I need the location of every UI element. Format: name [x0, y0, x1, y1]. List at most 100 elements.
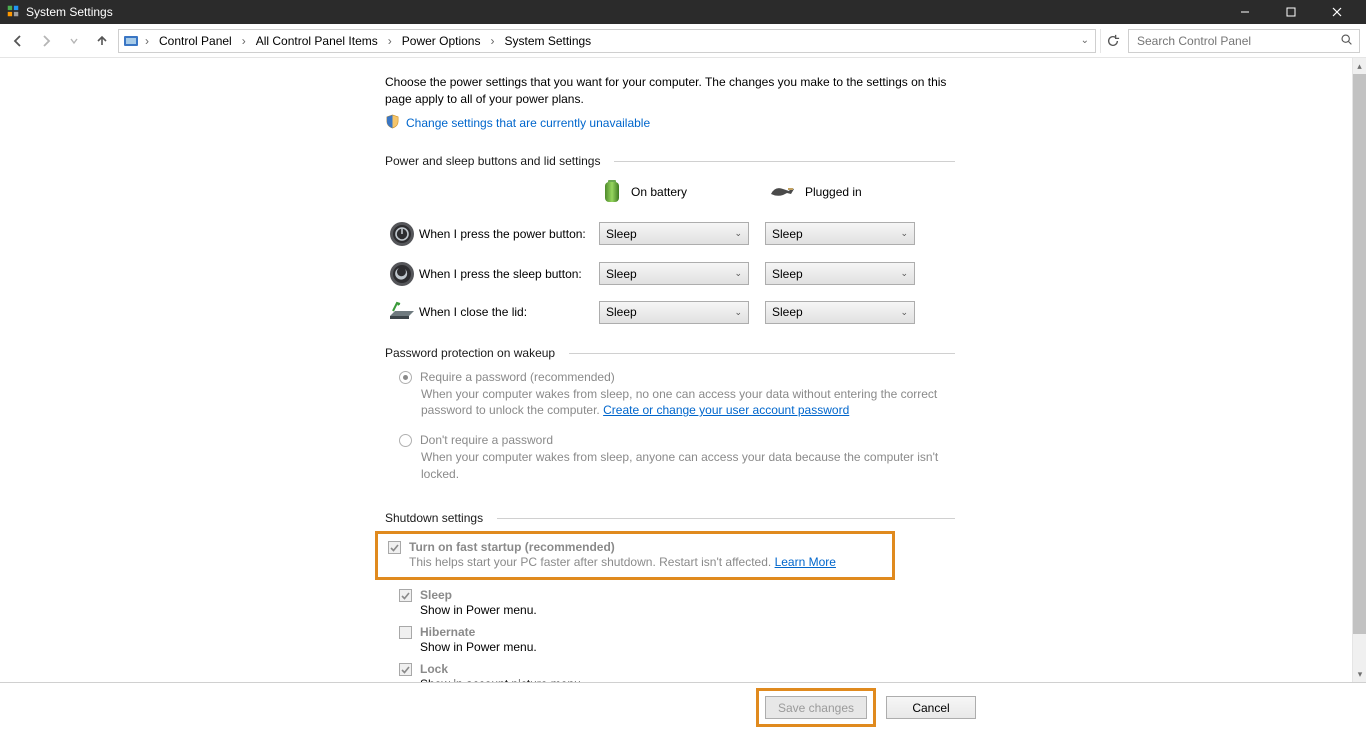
section-power-buttons: Power and sleep buttons and lid settings — [385, 154, 955, 168]
breadcrumb-control-panel[interactable]: Control Panel — [155, 34, 236, 48]
lid-battery-dropdown[interactable]: Sleep ⌄ — [599, 301, 749, 324]
radio-button[interactable] — [399, 371, 412, 384]
vertical-scrollbar[interactable]: ▴ ▾ — [1352, 58, 1366, 682]
checkbox-sub: Show in Power menu. — [420, 603, 537, 617]
change-unavailable-link[interactable]: Change settings that are currently unava… — [406, 116, 650, 130]
minimize-button[interactable] — [1222, 0, 1268, 24]
radio-label: Don't require a password — [420, 433, 553, 447]
power-battery-dropdown[interactable]: Sleep ⌄ — [599, 222, 749, 245]
checkbox-lock: Lock Show in account picture menu. — [399, 662, 1332, 682]
checkbox-title: Turn on fast startup (recommended) — [409, 540, 836, 554]
page-description: Choose the power settings that you want … — [385, 74, 955, 108]
highlight-fast-startup: Turn on fast startup (recommended) This … — [375, 531, 895, 580]
section-password: Password protection on wakeup — [385, 346, 955, 360]
row-sleep-button: When I press the sleep button: Sleep ⌄ Sl… — [385, 261, 1332, 287]
row-power-label: When I press the power button: — [419, 227, 599, 241]
row-sleep-label: When I press the sleep button: — [419, 267, 599, 281]
chevron-down-icon[interactable]: ⌄ — [1079, 35, 1091, 46]
chevron-down-icon: ⌄ — [734, 228, 742, 239]
search-icon — [1340, 33, 1353, 49]
forward-button[interactable] — [34, 29, 58, 53]
row-lid-label: When I close the lid: — [419, 305, 599, 319]
save-changes-button[interactable]: Save changes — [765, 696, 867, 719]
checkbox-title: Lock — [420, 662, 584, 676]
breadcrumb-power-options[interactable]: Power Options — [398, 34, 485, 48]
checkbox-sub: Show in Power menu. — [420, 640, 537, 654]
checkbox[interactable] — [399, 589, 412, 602]
chevron-right-icon[interactable]: › — [386, 34, 394, 48]
battery-icon — [603, 178, 621, 207]
lid-plugged-dropdown[interactable]: Sleep ⌄ — [765, 301, 915, 324]
dropdown-value: Sleep — [606, 267, 637, 281]
radio-no-password: Don't require a password — [399, 433, 1332, 447]
scroll-down-button[interactable]: ▾ — [1353, 666, 1366, 682]
checkbox[interactable] — [399, 663, 412, 676]
dropdown-value: Sleep — [772, 305, 803, 319]
dropdown-value: Sleep — [772, 267, 803, 281]
recent-dropdown-button[interactable] — [62, 29, 86, 53]
column-on-battery: On battery — [603, 178, 769, 207]
radio-require-password: Require a password (recommended) — [399, 370, 1332, 384]
checkbox-hibernate: Hibernate Show in Power menu. — [399, 625, 1332, 654]
create-password-link[interactable]: Create or change your user account passw… — [603, 403, 849, 417]
checkbox-fast-startup: Turn on fast startup (recommended) This … — [388, 540, 886, 569]
address-bar[interactable]: › Control Panel › All Control Panel Item… — [118, 29, 1096, 53]
radio-no-password-desc: When your computer wakes from sleep, any… — [421, 449, 951, 483]
up-button[interactable] — [90, 29, 114, 53]
control-panel-icon — [123, 33, 139, 49]
col-plugged-label: Plugged in — [805, 185, 862, 199]
chevron-down-icon: ⌄ — [900, 268, 908, 279]
chevron-down-icon: ⌄ — [734, 268, 742, 279]
checkbox[interactable] — [388, 541, 401, 554]
divider — [497, 518, 955, 519]
titlebar: System Settings — [0, 0, 1366, 24]
shield-icon — [385, 114, 400, 132]
window-controls — [1222, 0, 1360, 24]
checkbox-title: Hibernate — [420, 625, 537, 639]
lid-icon — [385, 301, 419, 323]
sleep-button-icon — [385, 261, 419, 287]
section-title-text: Password protection on wakeup — [385, 346, 555, 360]
chevron-down-icon: ⌄ — [900, 228, 908, 239]
section-shutdown: Shutdown settings — [385, 511, 955, 525]
highlight-save-button: Save changes — [756, 688, 876, 727]
section-title-text: Shutdown settings — [385, 511, 483, 525]
col-battery-label: On battery — [631, 185, 687, 199]
sleep-plugged-dropdown[interactable]: Sleep ⌄ — [765, 262, 915, 285]
chevron-right-icon[interactable]: › — [240, 34, 248, 48]
row-power-button: When I press the power button: Sleep ⌄ Sl… — [385, 221, 1332, 247]
chevron-down-icon: ⌄ — [900, 307, 908, 318]
maximize-button[interactable] — [1268, 0, 1314, 24]
checkbox[interactable] — [399, 626, 412, 639]
scroll-up-button[interactable]: ▴ — [1353, 58, 1366, 74]
scrollbar-thumb[interactable] — [1353, 74, 1366, 634]
dropdown-value: Sleep — [772, 227, 803, 241]
search-input[interactable] — [1135, 33, 1353, 49]
power-button-icon — [385, 221, 419, 247]
checkbox-title: Sleep — [420, 588, 537, 602]
checkbox-sub: This helps start your PC faster after sh… — [409, 555, 836, 569]
search-box[interactable] — [1128, 29, 1360, 53]
row-close-lid: When I close the lid: Sleep ⌄ Sleep ⌄ — [385, 301, 1332, 324]
close-button[interactable] — [1314, 0, 1360, 24]
column-plugged-in: Plugged in — [769, 178, 935, 207]
plug-icon — [769, 182, 795, 203]
chevron-right-icon[interactable]: › — [143, 34, 151, 48]
learn-more-link[interactable]: Learn More — [775, 555, 836, 569]
sleep-battery-dropdown[interactable]: Sleep ⌄ — [599, 262, 749, 285]
sub-text: This helps start your PC faster after sh… — [409, 555, 775, 569]
dropdown-value: Sleep — [606, 227, 637, 241]
back-button[interactable] — [6, 29, 30, 53]
power-plugged-dropdown[interactable]: Sleep ⌄ — [765, 222, 915, 245]
chevron-right-icon[interactable]: › — [488, 34, 496, 48]
window-title: System Settings — [26, 5, 113, 19]
breadcrumb-system-settings[interactable]: System Settings — [500, 34, 595, 48]
divider — [614, 161, 955, 162]
chevron-down-icon: ⌄ — [734, 307, 742, 318]
dropdown-value: Sleep — [606, 305, 637, 319]
refresh-button[interactable] — [1100, 29, 1124, 53]
navbar: › Control Panel › All Control Panel Item… — [0, 24, 1366, 58]
breadcrumb-all-items[interactable]: All Control Panel Items — [252, 34, 382, 48]
radio-button[interactable] — [399, 434, 412, 447]
cancel-button[interactable]: Cancel — [886, 696, 976, 719]
